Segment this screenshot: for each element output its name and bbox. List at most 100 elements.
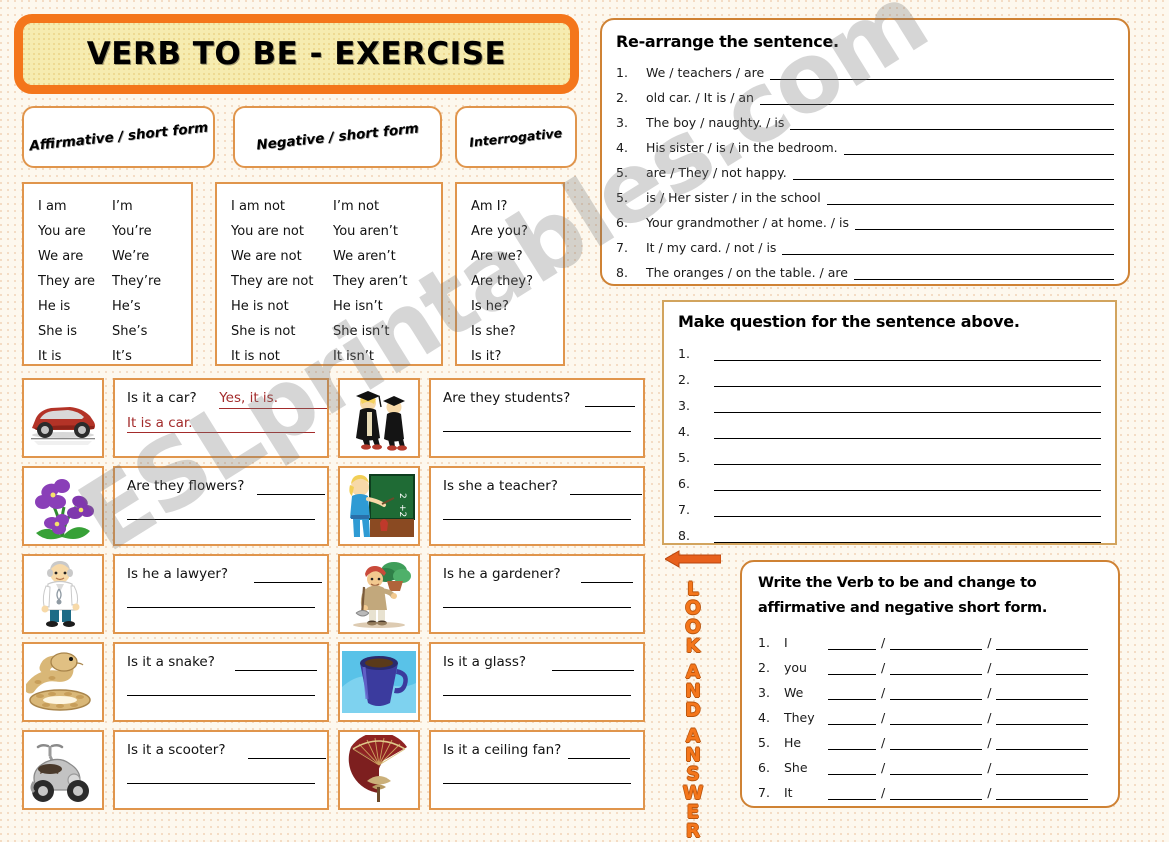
blank-verb[interactable] — [828, 735, 876, 750]
exercise-answer-blank-2[interactable] — [443, 682, 631, 696]
exercise-answer-line-1[interactable]: Yes, it is. — [219, 389, 327, 409]
blank-affirmative-short[interactable] — [890, 785, 983, 800]
rearrange-item[interactable]: 1. We / teachers / are — [616, 55, 1114, 80]
make-question-item[interactable]: 8. — [678, 517, 1101, 543]
write-verb-item[interactable]: 7. It / / — [758, 775, 1102, 800]
answer-line[interactable] — [843, 140, 1114, 155]
blank-negative-short[interactable] — [996, 685, 1089, 700]
exercise-answer-blank-2[interactable] — [127, 682, 315, 696]
answer-line[interactable] — [714, 476, 1101, 491]
exercise-answer-blank-2[interactable] — [443, 506, 631, 520]
item-number: 5. — [678, 450, 690, 465]
exercise-answer-blank-1[interactable] — [254, 569, 323, 583]
negative-forms-table: I am not I’m not You are not You aren’t We… — [215, 182, 443, 366]
exercise-card-lawyer[interactable]: Is he a lawyer? — [113, 554, 329, 634]
blank-affirmative-short[interactable] — [890, 635, 983, 650]
blank-affirmative-short[interactable] — [890, 685, 983, 700]
write-verb-item[interactable]: 3. We / / — [758, 675, 1102, 700]
answer-line[interactable] — [792, 165, 1114, 180]
make-question-item[interactable]: 2. — [678, 361, 1101, 387]
make-question-item[interactable]: 4. — [678, 413, 1101, 439]
blank-verb[interactable] — [828, 710, 876, 725]
exercise-answer-blank-2[interactable] — [443, 770, 631, 784]
exercise-answer-blank-1[interactable] — [256, 481, 325, 495]
rearrange-item[interactable]: 8. The oranges / on the table. / are — [616, 255, 1114, 280]
exercise-answer-blank-1[interactable] — [235, 657, 318, 671]
rearrange-item[interactable]: 5. are / They / not happy. — [616, 155, 1114, 180]
blank-affirmative-short[interactable] — [890, 710, 983, 725]
write-verb-item[interactable]: 4. They / / — [758, 700, 1102, 725]
answer-line[interactable] — [714, 424, 1101, 439]
answer-line[interactable] — [714, 450, 1101, 465]
rearrange-item[interactable]: 2. old car. / It is / an — [616, 80, 1114, 105]
make-question-heading: Make question for the sentence above. — [678, 312, 1020, 331]
write-verb-item[interactable]: 1. I / / — [758, 625, 1102, 650]
blank-verb[interactable] — [828, 685, 876, 700]
exercise-card-teacher[interactable]: Is she a teacher? — [429, 466, 645, 546]
exercise-answer-blank-1[interactable] — [567, 745, 630, 759]
blank-negative-short[interactable] — [996, 710, 1089, 725]
exercise-answer-blank-1[interactable] — [570, 481, 643, 495]
separator: / — [881, 685, 886, 700]
exercise-card-glass[interactable]: Is it a glass? — [429, 642, 645, 722]
write-verb-item[interactable]: 5. He / / — [758, 725, 1102, 750]
rearrange-item[interactable]: 4. His sister / is / in the bedroom. — [616, 130, 1114, 155]
rearrange-item[interactable]: 6. Your grandmother / at home. / is — [616, 205, 1114, 230]
exercise-answer-line-2[interactable]: It is a car. — [127, 415, 315, 433]
answer-line[interactable] — [714, 528, 1101, 543]
blank-affirmative-short[interactable] — [890, 660, 983, 675]
make-question-item[interactable]: 6. — [678, 465, 1101, 491]
form-long: It is not — [231, 349, 280, 364]
exercise-card-ceiling-fan[interactable]: Is it a ceiling fan? — [429, 730, 645, 810]
exercise-answer-blank-1[interactable] — [552, 657, 635, 671]
exercise-answer-blank-1[interactable] — [247, 745, 326, 759]
exercise-answer-blank-2[interactable] — [443, 594, 631, 608]
blank-negative-short[interactable] — [996, 785, 1089, 800]
exercise-answer-blank-2[interactable] — [127, 506, 315, 520]
blank-verb[interactable] — [828, 635, 876, 650]
tab-affirmative-label: Affirmative / short form — [28, 119, 209, 155]
exercise-card-flowers[interactable]: Are they flowers? — [113, 466, 329, 546]
blank-negative-short[interactable] — [996, 660, 1089, 675]
blank-verb[interactable] — [828, 760, 876, 775]
item-number: 4. — [678, 424, 690, 439]
exercise-answer-blank-2[interactable] — [443, 418, 631, 432]
blank-negative-short[interactable] — [996, 635, 1089, 650]
write-verb-item[interactable]: 2. you / / — [758, 650, 1102, 675]
answer-line[interactable] — [770, 65, 1114, 80]
blank-negative-short[interactable] — [996, 760, 1089, 775]
answer-line[interactable] — [714, 502, 1101, 517]
make-question-item[interactable]: 1. — [678, 335, 1101, 361]
exercise-answer-blank-2[interactable] — [127, 770, 315, 784]
blank-affirmative-short[interactable] — [890, 735, 983, 750]
blank-verb[interactable] — [828, 660, 876, 675]
answer-line[interactable] — [714, 346, 1101, 361]
rearrange-item[interactable]: 5. is / Her sister / in the school — [616, 180, 1114, 205]
answer-line[interactable] — [826, 190, 1114, 205]
form-short: You’re — [112, 224, 152, 239]
exercise-card-car[interactable]: Is it a car? Yes, it is. It is a car. — [113, 378, 329, 458]
answer-line[interactable] — [854, 215, 1114, 230]
exercise-card-gardener[interactable]: Is he a gardener? — [429, 554, 645, 634]
answer-line[interactable] — [714, 398, 1101, 413]
rearrange-item[interactable]: 7. It / my card. / not / is — [616, 230, 1114, 255]
answer-line[interactable] — [714, 372, 1101, 387]
blank-affirmative-short[interactable] — [890, 760, 983, 775]
answer-line[interactable] — [790, 115, 1114, 130]
make-question-item[interactable]: 7. — [678, 491, 1101, 517]
answer-line[interactable] — [759, 90, 1114, 105]
answer-line[interactable] — [853, 265, 1114, 280]
exercise-answer-blank-2[interactable] — [127, 594, 315, 608]
blank-verb[interactable] — [828, 785, 876, 800]
exercise-card-snake[interactable]: Is it a snake? — [113, 642, 329, 722]
make-question-item[interactable]: 5. — [678, 439, 1101, 465]
answer-line[interactable] — [782, 240, 1114, 255]
rearrange-item[interactable]: 3. The boy / naughty. / is — [616, 105, 1114, 130]
exercise-answer-blank-1[interactable] — [580, 569, 633, 583]
write-verb-item[interactable]: 6. She / / — [758, 750, 1102, 775]
exercise-card-students[interactable]: Are they students? — [429, 378, 645, 458]
exercise-answer-blank-1[interactable] — [584, 393, 635, 407]
exercise-card-scooter[interactable]: Is it a scooter? — [113, 730, 329, 810]
make-question-item[interactable]: 3. — [678, 387, 1101, 413]
blank-negative-short[interactable] — [996, 735, 1089, 750]
